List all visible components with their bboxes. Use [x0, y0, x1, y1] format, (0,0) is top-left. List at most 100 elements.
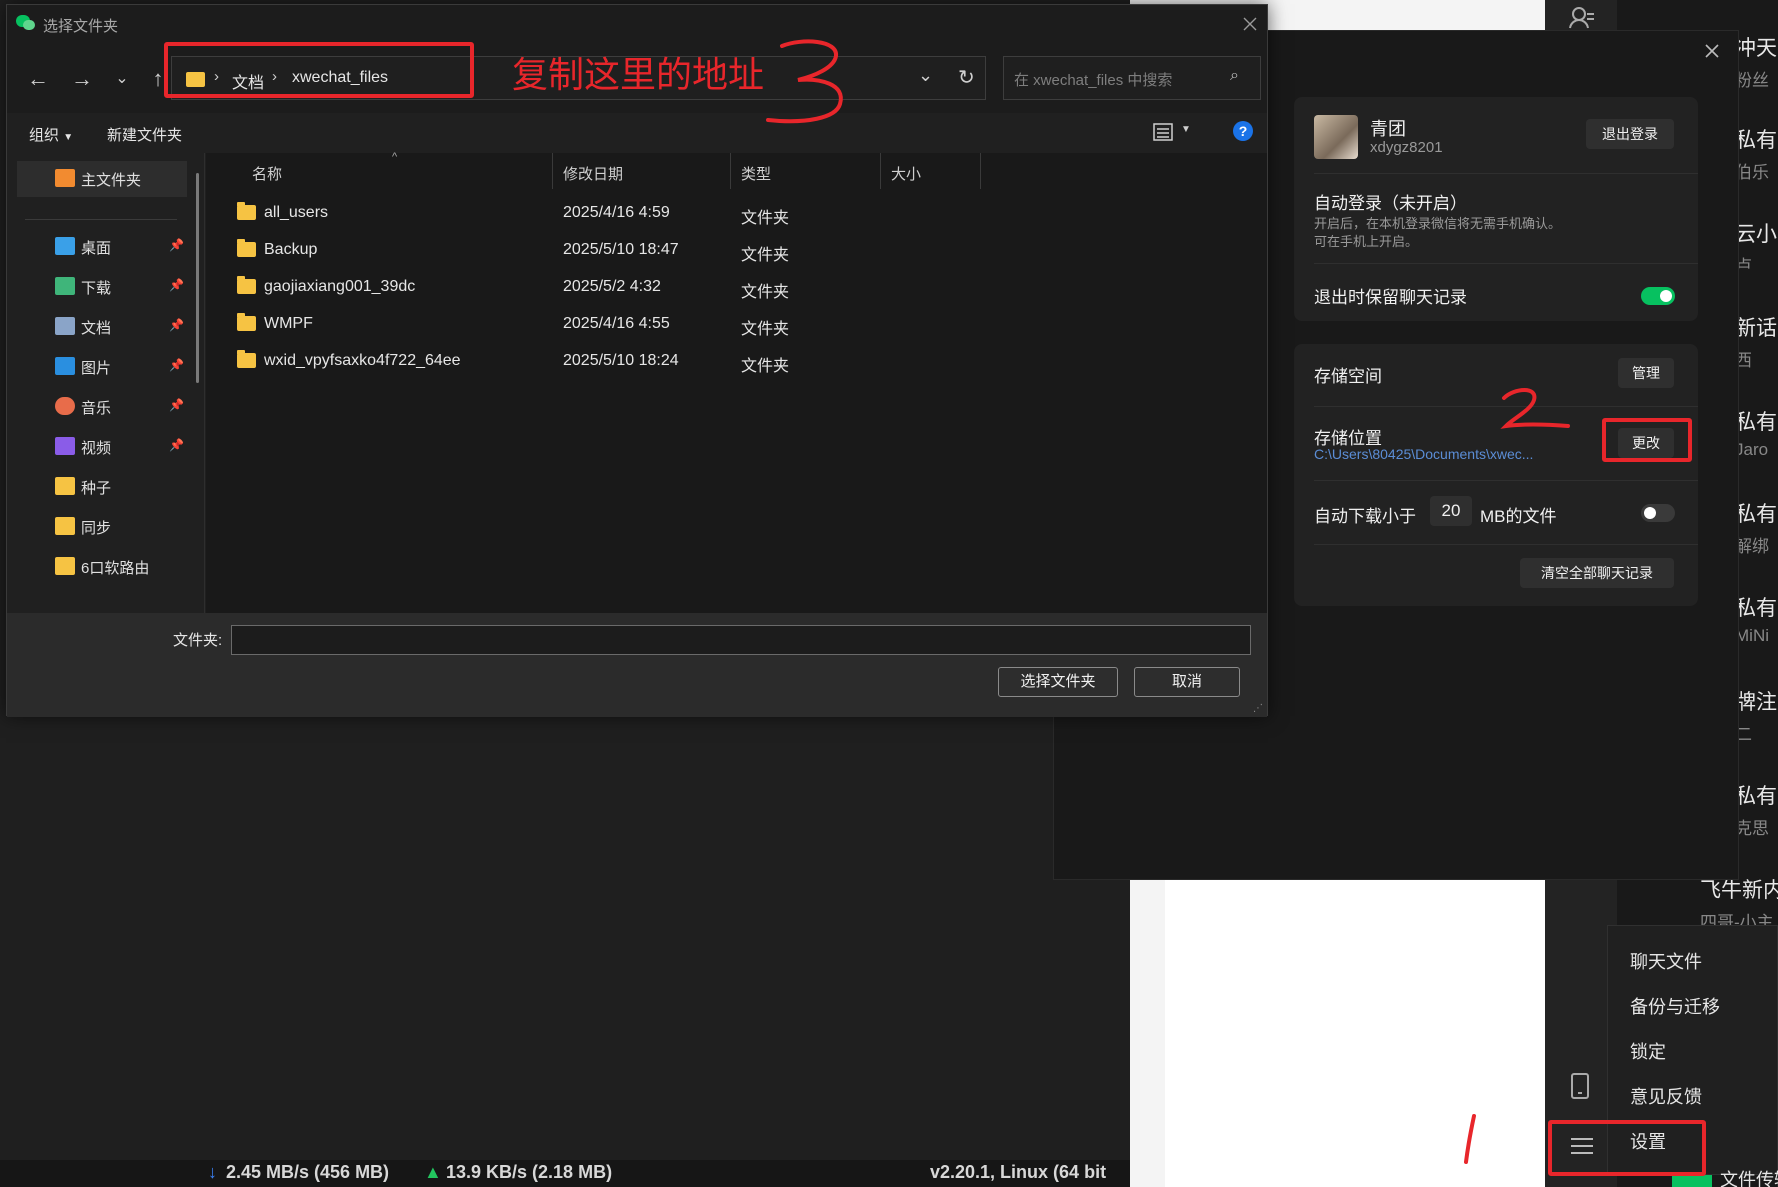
nav-item[interactable]: 音乐 📌 — [17, 389, 187, 425]
column-header-name[interactable]: 名称 — [206, 153, 553, 189]
file-date: 2025/4/16 4:59 — [563, 204, 670, 221]
divider — [25, 219, 177, 220]
new-folder-button[interactable]: 新建文件夹 — [107, 124, 182, 145]
cancel-button[interactable]: 取消 — [1134, 667, 1240, 697]
menu-item-feedback[interactable]: 意见反馈 — [1630, 1083, 1702, 1109]
folder-name-input[interactable] — [231, 625, 1251, 655]
auto-download-suffix: MB的文件 — [1480, 507, 1557, 526]
auto-download-size-input[interactable]: 20 — [1430, 496, 1472, 526]
menu-item-chat-files[interactable]: 聊天文件 — [1630, 948, 1702, 974]
menu-item-lock[interactable]: 锁定 — [1630, 1038, 1666, 1064]
divider — [1314, 480, 1698, 481]
nav-item[interactable]: 文档 📌 — [17, 309, 187, 345]
address-dropdown-chevron-icon[interactable]: ⌄ — [918, 65, 933, 86]
nav-item[interactable]: 桌面 📌 — [17, 229, 187, 265]
chat-title[interactable]: 私有 — [1735, 406, 1777, 436]
annotation-box-address — [164, 42, 474, 98]
manage-button[interactable]: 管理 — [1618, 358, 1674, 388]
file-name: gaojiaxiang001_39dc — [264, 278, 416, 295]
chat-title[interactable]: 私有 — [1735, 780, 1777, 810]
search-icon[interactable]: ⌕ — [1230, 67, 1239, 85]
nav-item[interactable]: 主文件夹 — [17, 161, 187, 197]
column-header-date[interactable]: 修改日期 — [553, 153, 731, 189]
folder-icon — [237, 350, 256, 368]
sort-ascending-icon: ^ — [392, 151, 398, 163]
folder-field-label: 文件夹: — [173, 632, 223, 649]
nav-item[interactable]: 视频 📌 — [17, 429, 187, 465]
pin-icon[interactable]: 📌 — [169, 278, 184, 292]
auto-download-prefix: 自动下载小于 — [1314, 507, 1416, 526]
keep-history-toggle[interactable] — [1641, 287, 1675, 305]
forward-arrow-icon[interactable]: → — [67, 67, 97, 91]
pin-icon[interactable]: 📌 — [169, 358, 184, 372]
recent-locations-chevron-icon[interactable]: ⌄ — [107, 67, 137, 91]
chat-title[interactable]: 牌注 — [1735, 686, 1777, 716]
file-row[interactable]: Backup 2025/5/10 18:47 文件夹 — [206, 232, 1267, 268]
logout-button[interactable]: 退出登录 — [1586, 119, 1674, 149]
clear-history-button[interactable]: 清空全部聊天记录 — [1520, 558, 1674, 588]
contacts-icon[interactable] — [1569, 6, 1595, 30]
chat-title[interactable]: 私有 — [1735, 124, 1777, 154]
search-input[interactable]: 在 xwechat_files 中搜索 ⌕ — [1003, 56, 1261, 100]
nav-item[interactable]: 同步 — [17, 509, 187, 545]
help-icon[interactable]: ? — [1233, 121, 1253, 141]
chat-title[interactable]: 私有 — [1735, 592, 1777, 622]
annotation-box-settings — [1548, 1120, 1706, 1176]
avatar[interactable] — [1314, 115, 1358, 159]
chevron-down-icon[interactable]: ▼ — [1181, 124, 1191, 135]
music-icon — [55, 397, 75, 415]
resize-grip-icon[interactable]: ⋰ — [1253, 703, 1263, 714]
nav-item-label: 6口软路由 — [81, 560, 150, 577]
file-row[interactable]: all_users 2025/4/16 4:59 文件夹 — [206, 195, 1267, 231]
nav-item[interactable]: 6口软路由 — [17, 549, 187, 585]
select-folder-button[interactable]: 选择文件夹 — [998, 667, 1118, 697]
pin-icon[interactable]: 📌 — [169, 238, 184, 252]
folder-picker-dialog: 选择文件夹 ← → ⌄ ↑ › 文档 › xwechat_files ⌄ ↻ 在… — [6, 4, 1268, 717]
nav-item[interactable]: 种子 — [17, 469, 187, 505]
chat-title[interactable]: 私有 — [1735, 498, 1777, 528]
nav-item-label: 种子 — [81, 480, 112, 497]
nav-item[interactable]: 图片 📌 — [17, 349, 187, 385]
pin-icon[interactable]: 📌 — [169, 318, 184, 332]
chat-preview: 解绑 — [1735, 537, 1769, 556]
organize-button[interactable]: 组织 ▼ — [29, 124, 73, 145]
background-white-panel — [1165, 870, 1545, 1187]
chat-preview: 粉丝 — [1735, 71, 1769, 90]
folder-icon — [55, 517, 75, 535]
dialog-toolbar: 组织 ▼ 新建文件夹 ▼ ? — [7, 113, 1267, 153]
close-icon[interactable] — [1243, 17, 1257, 31]
version-text: v2.20.1, Linux (64 bit — [930, 1162, 1107, 1182]
chat-title[interactable]: 冲天 — [1735, 32, 1777, 62]
file-date: 2025/4/16 4:55 — [563, 315, 670, 332]
file-row[interactable]: gaojiaxiang001_39dc 2025/5/2 4:32 文件夹 — [206, 269, 1267, 305]
auto-download-toggle[interactable] — [1641, 504, 1675, 522]
nav-item-label: 桌面 — [81, 240, 112, 257]
auto-login-title: 自动登录（未开启） — [1314, 194, 1467, 213]
close-icon[interactable] — [1704, 43, 1720, 59]
nav-scrollbar[interactable] — [196, 173, 199, 383]
column-header-type[interactable]: 类型 — [731, 153, 881, 189]
chat-preview: Jaro — [1735, 440, 1769, 459]
refresh-icon[interactable]: ↻ — [958, 65, 975, 90]
home-icon — [55, 169, 75, 187]
phone-icon[interactable] — [1570, 1072, 1590, 1100]
wechat-logo-icon — [16, 14, 36, 32]
file-row[interactable]: WMPF 2025/4/16 4:55 文件夹 — [206, 306, 1267, 342]
pin-icon[interactable]: 📌 — [169, 438, 184, 452]
file-row[interactable]: wxid_vpyfsaxko4f722_64ee 2025/5/10 18:24 文… — [206, 343, 1267, 379]
chat-title[interactable]: 云小 — [1735, 218, 1777, 248]
nav-item[interactable]: 下载 📌 — [17, 269, 187, 305]
column-header-size[interactable]: 大小 — [881, 153, 981, 189]
divider — [1314, 263, 1698, 264]
file-name: WMPF — [264, 315, 313, 332]
nav-item-label: 图片 — [81, 360, 112, 377]
storage-title: 存储空间 — [1314, 367, 1382, 386]
keep-history-label: 退出时保留聊天记录 — [1314, 288, 1467, 307]
menu-item-backup[interactable]: 备份与迁移 — [1630, 993, 1720, 1019]
view-options-icon[interactable] — [1153, 123, 1173, 141]
account-id: xdygz8201 — [1370, 139, 1443, 156]
back-arrow-icon[interactable]: ← — [23, 67, 53, 91]
column-header-name-label: 名称 — [252, 166, 283, 183]
pin-icon[interactable]: 📌 — [169, 398, 184, 412]
chat-title[interactable]: 新话 — [1735, 312, 1777, 342]
